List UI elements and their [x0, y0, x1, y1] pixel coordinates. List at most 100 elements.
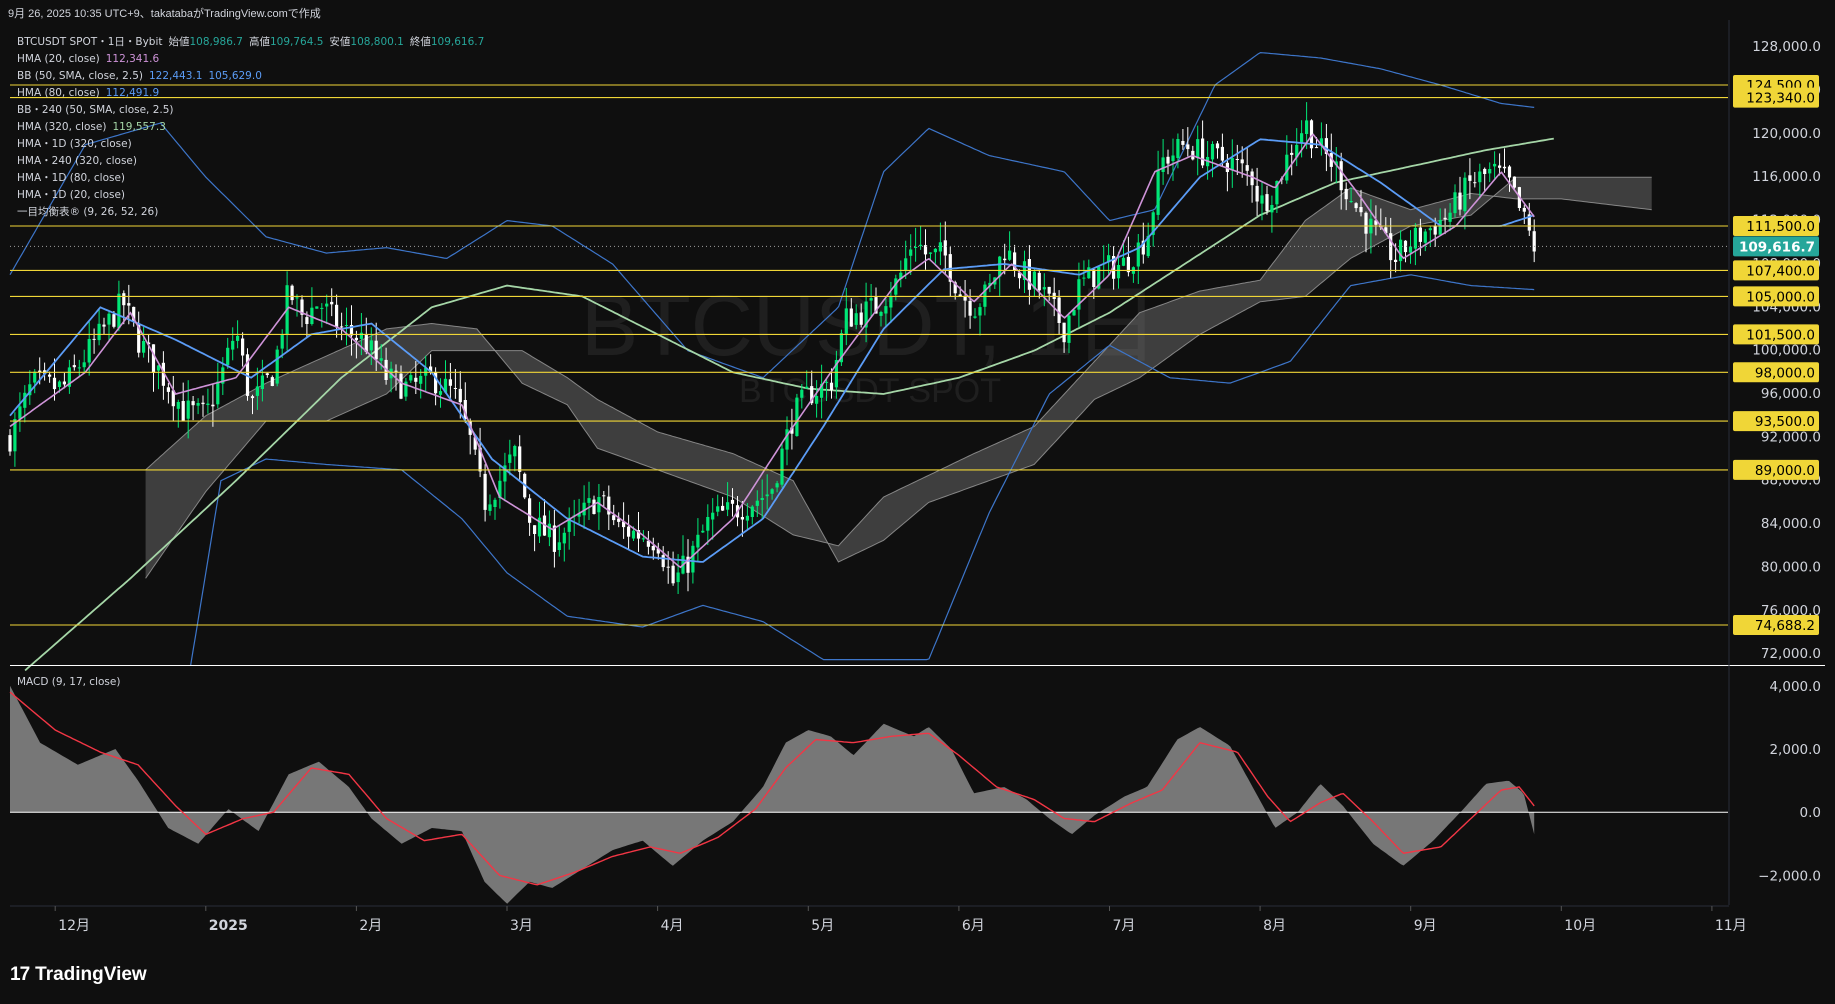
- candle-body: [928, 252, 933, 254]
- candle-body: [1186, 144, 1190, 150]
- candle-body: [740, 517, 744, 520]
- candle-body: [884, 306, 888, 314]
- macd-tick-label: 2,000.0: [1769, 742, 1821, 758]
- legend-row: HMA (320, close) 119,557.3: [17, 121, 166, 133]
- candle-body: [968, 301, 972, 316]
- candle-body: [1300, 133, 1304, 143]
- candle-body: [117, 293, 121, 329]
- candle-body: [231, 340, 235, 350]
- candle-body: [943, 240, 947, 256]
- watermark-main: BTCUSDT, 1日: [581, 278, 1159, 374]
- month-label: 8月: [1263, 918, 1286, 934]
- candle-body: [1488, 169, 1492, 174]
- candle-body: [592, 499, 596, 514]
- candle-body: [1003, 258, 1007, 261]
- month-label: 3月: [510, 918, 533, 934]
- candle-body: [142, 341, 146, 353]
- price-tick-label: 116,000.0: [1752, 169, 1821, 185]
- candle-body: [1498, 165, 1502, 168]
- candle-body: [112, 314, 116, 327]
- indicator-value: 112,491.9: [106, 87, 159, 99]
- candle-body: [889, 296, 893, 308]
- candle-body: [1176, 139, 1180, 158]
- level-price-label: 74,688.2: [1755, 618, 1815, 634]
- candle-body: [379, 358, 383, 361]
- candle-body: [107, 313, 111, 325]
- candle-body: [780, 448, 784, 485]
- candle-body: [1042, 287, 1046, 290]
- candle-body: [483, 473, 487, 510]
- candle-body: [48, 374, 52, 377]
- month-label: 2025: [209, 918, 248, 934]
- candle-body: [1230, 158, 1234, 171]
- candle-body: [1507, 166, 1512, 178]
- candle-body: [305, 317, 309, 324]
- ohlc-value: 108,986.7: [190, 36, 243, 48]
- candle-body: [933, 248, 937, 253]
- candle-body: [275, 349, 279, 384]
- candle-body: [92, 338, 96, 340]
- chart-canvas[interactable]: BTCUSDT, 1日 BTCUSDT SPOT 72,000.076,000.…: [0, 20, 1835, 948]
- candle-body: [513, 446, 517, 457]
- candle-body: [844, 308, 848, 334]
- candle-body: [919, 244, 923, 247]
- candle-body: [1428, 228, 1432, 231]
- ohlc-label: 安値: [329, 35, 350, 48]
- candle-body: [518, 446, 522, 472]
- candle-body: [62, 381, 66, 385]
- tradingview-footer[interactable]: 17 TradingView: [10, 960, 147, 990]
- candle-body: [1438, 220, 1442, 235]
- candle-body: [260, 375, 264, 389]
- candle-body: [963, 296, 967, 301]
- candle-body: [290, 285, 294, 301]
- candle-body: [745, 515, 749, 521]
- candle-body: [57, 381, 62, 387]
- candle-body: [1171, 155, 1175, 162]
- candle-body: [651, 546, 655, 551]
- candle-body: [706, 517, 710, 531]
- candle-body: [1037, 272, 1041, 291]
- candle-body: [1502, 166, 1507, 169]
- candle-body: [775, 483, 779, 488]
- candle-body: [958, 294, 962, 297]
- candle-body: [226, 347, 230, 365]
- ohlc-value: 109,616.7: [431, 36, 484, 48]
- candle-body: [97, 323, 101, 341]
- legend-row: HMA・1D (320, close): [17, 138, 132, 150]
- indicator-label: HMA・1D (320, close): [17, 138, 132, 150]
- ohlc-value: 109,764.5: [270, 36, 323, 48]
- candle-body: [1354, 203, 1358, 209]
- candle-body: [1399, 239, 1403, 262]
- price-tick-label: 100,000.0: [1752, 343, 1821, 359]
- candle-body: [602, 495, 606, 497]
- candle-body: [280, 334, 284, 349]
- candle-body: [701, 530, 705, 533]
- candle-body: [760, 498, 764, 500]
- candle-body: [716, 506, 720, 512]
- candle-body: [1027, 259, 1031, 290]
- candle-body: [557, 542, 561, 550]
- candle-body: [176, 402, 180, 409]
- ohlc-label: 高値: [249, 35, 270, 48]
- candle-body: [394, 370, 398, 372]
- indicator-label: HMA・240 (320, close): [17, 155, 137, 167]
- legend-row: BB・240 (50, SMA, close, 2.5): [17, 104, 174, 116]
- candle-body: [805, 386, 809, 389]
- candle-body: [196, 403, 200, 406]
- candle-body: [730, 499, 735, 504]
- candle-body: [1245, 165, 1249, 171]
- candle-body: [315, 306, 319, 309]
- candle-body: [508, 454, 512, 463]
- candle-body: [755, 500, 759, 506]
- candle-body: [241, 338, 245, 356]
- candle-body: [359, 332, 363, 339]
- candle-body: [1522, 207, 1526, 212]
- candle-body: [186, 400, 190, 419]
- candle-body: [1314, 147, 1319, 149]
- candle-body: [800, 389, 804, 398]
- candle-body: [691, 545, 695, 573]
- price-tick-label: 96,000.0: [1761, 386, 1821, 402]
- candle-body: [909, 249, 913, 256]
- candle-body: [1349, 201, 1353, 202]
- candle-body: [409, 375, 413, 381]
